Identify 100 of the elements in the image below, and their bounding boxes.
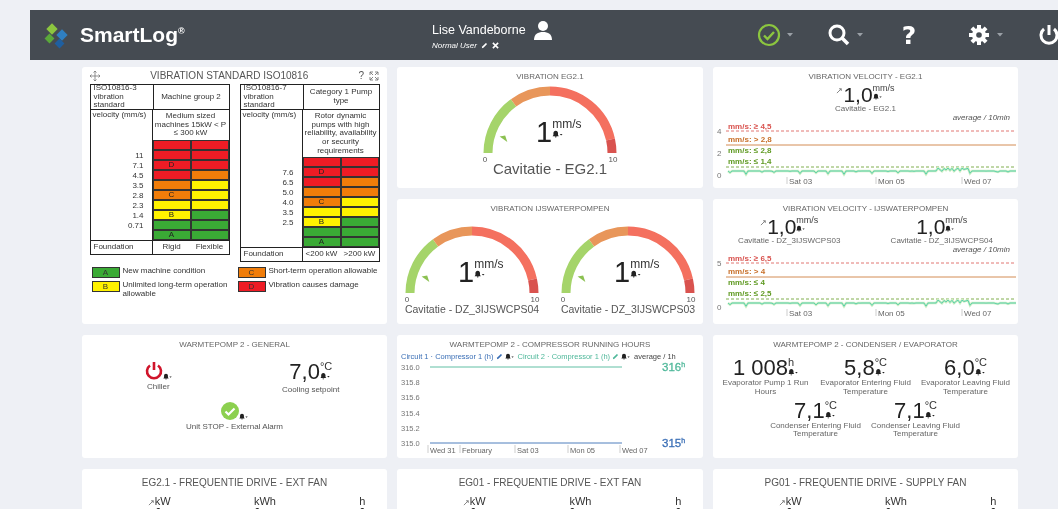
velocity-label: 0.71	[90, 219, 153, 230]
threshold-label: mm/s: ≥ 4,5	[727, 121, 772, 131]
unit-label: kW	[469, 496, 486, 507]
bell-icon[interactable]	[924, 410, 935, 419]
table-header: Category 1 Pump type	[302, 85, 379, 110]
legend-swatch: D	[237, 280, 266, 292]
trend-arrow-icon	[760, 219, 768, 226]
bell-icon[interactable]	[945, 225, 955, 232]
unit-label: mm/s	[552, 118, 582, 130]
zone-cell: A	[152, 229, 191, 240]
bell-icon[interactable]	[824, 410, 835, 419]
axis-tick-label: Wed 07	[963, 308, 991, 317]
bell-icon[interactable]	[621, 353, 631, 360]
expand-icon[interactable]	[369, 70, 379, 81]
axis-tick-label: Sat 03	[788, 176, 812, 185]
velocity-label: 3.5	[90, 179, 153, 190]
threshold-label: mm/s: ≤ 2,5	[727, 288, 772, 298]
unit-label: °C	[319, 361, 333, 372]
help-button[interactable]: ?	[897, 20, 967, 50]
bell-icon[interactable]	[552, 130, 564, 138]
bell-icon[interactable]	[474, 270, 486, 278]
table-header: Machine group 2	[152, 85, 229, 110]
caret-icon	[857, 33, 863, 37]
unit-label: mm/s	[474, 258, 504, 270]
bell-icon[interactable]	[796, 225, 806, 232]
reading-caption: Cavitatie - DZ_3IJSWCPS03	[738, 237, 841, 246]
reading-caption: Condenser Leaving Fluid Temperature	[870, 421, 961, 440]
reading-value: 1 008	[732, 357, 789, 379]
card-title: VIBRATION IJSWATERPOMPEN	[490, 204, 610, 213]
table-cell: velocity (mm/s)	[240, 110, 303, 158]
bell-icon[interactable]	[630, 270, 642, 278]
bell-icon[interactable]	[874, 368, 885, 376]
close-icon[interactable]	[491, 42, 499, 49]
user-role: Normal User	[432, 41, 477, 50]
velocity-label: 3.5	[240, 207, 303, 218]
move-icon[interactable]	[90, 70, 100, 81]
end-value-label: 315$^{h}$	[662, 437, 686, 449]
trend-arrow-icon	[147, 499, 155, 506]
legend-label: Vibration causes damage	[268, 280, 359, 290]
legend-label: Short-term operation allowable	[268, 266, 378, 276]
gauge-caption: Cavitatie - DZ_3IJSWCPS04	[404, 303, 540, 315]
power-icon	[1037, 23, 1058, 47]
zone-cell: B	[302, 217, 341, 228]
search-icon	[827, 23, 851, 47]
reading-value: 5,8	[844, 357, 875, 379]
card-title: EG2.1 - FREQUENTIE DRIVE - EXT FAN	[141, 477, 328, 488]
zone-cell: A	[302, 237, 341, 248]
table-cell: >200 kW	[340, 247, 379, 261]
bell-icon[interactable]	[319, 372, 330, 380]
card-title: WARMTEPOMP 2 - CONDENSER / EVAPORATOR	[773, 340, 958, 349]
velocity-label: 2.8	[90, 189, 153, 200]
pencil-icon[interactable]	[480, 42, 488, 49]
zone-cell: B	[152, 209, 191, 220]
bell-icon[interactable]	[504, 353, 514, 360]
threshold-label: mm/s: > 4	[727, 266, 765, 276]
status-caption: Chiller	[146, 382, 170, 391]
card-title: VIBRATION EG2.1	[516, 72, 584, 81]
table-cell: Rigid	[152, 239, 191, 254]
unit-label: h	[990, 496, 997, 507]
reading-value: 1	[536, 118, 553, 147]
reading-caption: Evaporator Pump 1 Run Hours	[721, 379, 810, 397]
help-button[interactable]: ?	[358, 70, 364, 81]
gauge-pointer	[577, 275, 586, 283]
legend-swatch: A	[91, 266, 120, 278]
bell-icon[interactable]	[162, 373, 172, 380]
reading-value: 1,0	[767, 216, 797, 237]
table-cell: velocity (mm/s)	[90, 110, 153, 140]
pencil-icon[interactable]	[495, 353, 503, 360]
axis-tick-label: 0	[716, 302, 721, 312]
check-circle-icon	[757, 23, 781, 47]
card-title: VIBRATION VELOCITY - IJSWATERPOMPEN	[782, 204, 949, 213]
velocity-label: 1.4	[90, 209, 153, 220]
status-caption: Cooling setpoint	[282, 385, 340, 394]
table-cell-text: Rotor dynamic pumps with high reliability, availability or security requirements	[303, 110, 378, 157]
trend-arrow-icon	[836, 87, 844, 94]
user-icon[interactable]	[533, 20, 552, 40]
axis-tick-label: Mon 05	[877, 176, 905, 185]
trend-arrow-icon	[778, 499, 786, 506]
gauge-min-label: 0	[560, 295, 566, 303]
card-title: PG01 - FREQUENTIE DRIVE - SUPPLY FAN	[764, 477, 967, 488]
card-title: VIBRATION VELOCITY - EG2.1	[808, 72, 923, 81]
reading-caption: Evaporator Entering Fluid Temperature	[819, 379, 912, 397]
bell-icon[interactable]	[788, 368, 799, 376]
reading-value: 7,1	[794, 399, 825, 422]
reading-value: 1	[614, 258, 631, 287]
caret-icon	[787, 33, 793, 37]
bell-icon[interactable]	[239, 413, 248, 420]
table-cell: Foundation	[90, 239, 153, 254]
unit-label: °C	[974, 357, 987, 368]
end-value-label: 316$^{h}$	[662, 361, 686, 373]
bell-icon[interactable]	[872, 93, 882, 100]
reading-caption: Condenser Entering Fluid Temperature	[769, 421, 862, 440]
unit-label: °C	[824, 399, 837, 411]
gauge-pointer	[421, 275, 430, 283]
velocity-label: 4.0	[240, 197, 303, 208]
threshold-label: mm/s: ≤ 1,4	[727, 156, 772, 166]
caret-icon	[997, 33, 1003, 37]
bell-icon[interactable]	[974, 368, 985, 376]
aggregation-label: average / 10min	[952, 245, 1010, 254]
unit-label: kWh	[253, 496, 276, 507]
